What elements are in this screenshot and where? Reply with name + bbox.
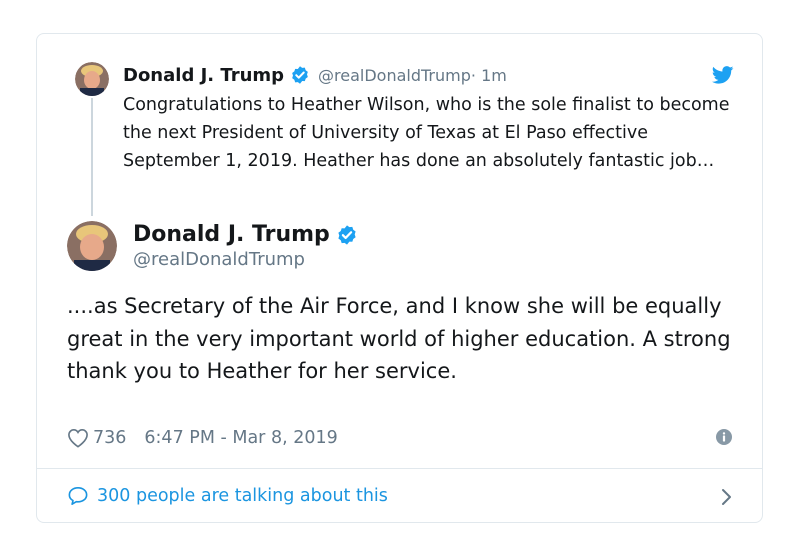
like-count[interactable]: 736 <box>93 428 126 448</box>
chevron-right-icon <box>722 489 731 505</box>
parent-author-handle[interactable]: @realDonaldTrump <box>318 66 471 85</box>
thread-line <box>91 98 93 216</box>
main-author-handle[interactable]: @realDonaldTrump <box>133 249 305 270</box>
main-author-name[interactable]: Donald J. Trump <box>133 222 330 247</box>
conversation-link[interactable]: 300 people are talking about this <box>67 482 732 510</box>
parent-author-name[interactable]: Donald J. Trump <box>123 65 284 86</box>
main-tweet-text: ....as Secretary of the Air Force, and I… <box>67 294 731 383</box>
verified-badge-icon <box>292 66 308 84</box>
verified-badge-icon <box>338 224 356 245</box>
parent-timestamp[interactable]: · 1m <box>471 66 507 85</box>
tweet-meta-row: 736 6:47 PM - Mar 8, 2019 <box>67 426 732 450</box>
main-author-row: Donald J. Trump <box>133 222 358 247</box>
parent-tweet-text: Congratulations to Heather Wilson, who i… <box>123 95 730 171</box>
conversation-label: 300 people are talking about this <box>97 486 388 506</box>
card-divider <box>37 468 762 469</box>
speech-bubble-icon <box>68 487 88 505</box>
parent-header: Donald J. Trump @realDonaldTrump · 1m <box>123 62 507 88</box>
heart-icon[interactable] <box>67 428 89 448</box>
info-icon[interactable] <box>716 429 732 445</box>
tweet-timestamp[interactable]: 6:47 PM - Mar 8, 2019 <box>144 428 337 448</box>
embedded-tweet-card: Donald J. Trump @realDonaldTrump · 1m Co… <box>36 33 763 523</box>
twitter-bird-icon[interactable] <box>712 66 734 84</box>
parent-avatar[interactable] <box>75 62 109 96</box>
main-avatar[interactable] <box>67 221 117 271</box>
